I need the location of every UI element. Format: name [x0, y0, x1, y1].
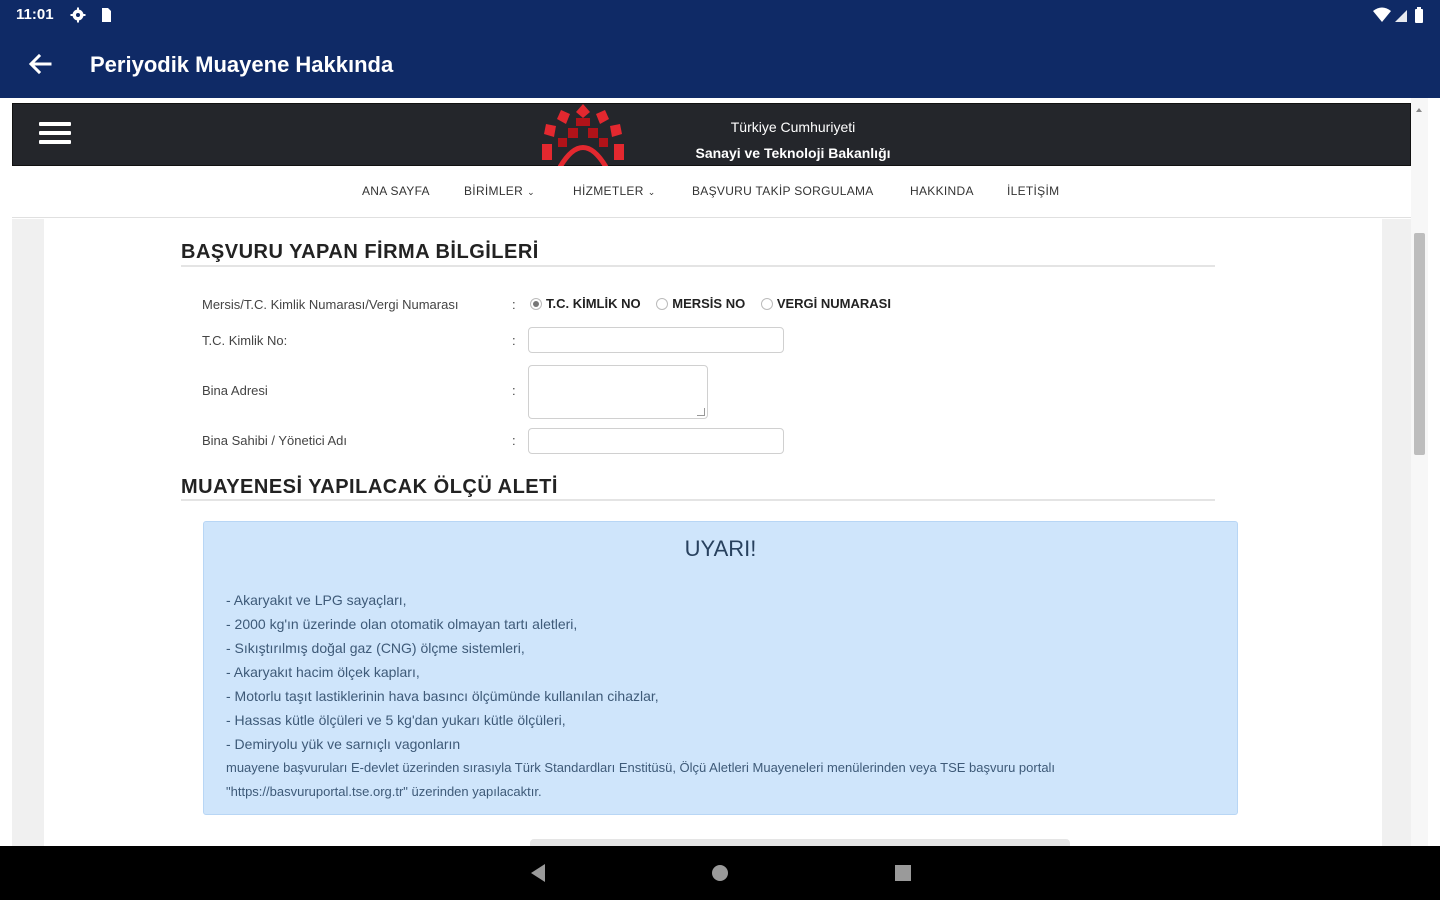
warning-footer: muayene başvuruları E-devlet üzerinden s…: [226, 756, 1216, 804]
nav-label: BİRİMLER: [464, 184, 524, 198]
warning-list: - Akaryakıt ve LPG sayaçları, - 2000 kg'…: [226, 588, 659, 756]
page-scrollbar[interactable]: [1411, 98, 1428, 846]
colon: :: [512, 297, 516, 312]
nav-basvuru-takip[interactable]: BAŞVURU TAKİP SORGULAMA: [692, 184, 874, 198]
nav-hakkinda[interactable]: HAKKINDA: [910, 184, 974, 198]
warning-line: - Akaryakıt hacim ölçek kapları,: [226, 664, 420, 680]
address-label: Bina Adresi: [202, 383, 268, 398]
warning-footer-line: muayene başvuruları E-devlet üzerinden s…: [226, 760, 1056, 775]
wifi-icon: [1373, 7, 1391, 22]
section-divider: [181, 499, 1215, 501]
warning-box: UYARI! - Akaryakıt ve LPG sayaçları, - 2…: [203, 521, 1238, 815]
id-type-radio-group: T.C. KİMLİK NO MERSİS NO VERGİ NUMARASI: [530, 295, 897, 311]
signal-icon: [1395, 10, 1407, 22]
colon: :: [512, 383, 516, 398]
warning-line: - Hassas kütle ölçüleri ve 5 kg'dan yuka…: [226, 712, 566, 728]
warning-line: - Akaryakıt ve LPG sayaçları,: [226, 592, 407, 608]
ministry-line1: Türkiye Cumhuriyeti: [730, 119, 856, 135]
ministry-line2: Sanayi ve Teknoloji Bakanlığı: [695, 145, 891, 161]
chevron-down-icon: ⌄: [527, 187, 535, 197]
chevron-down-icon: ⌄: [647, 187, 656, 197]
warning-line: - Demiryolu yük ve sarnıçlı vagonların: [226, 736, 461, 752]
radio-label: T.C. KİMLİK NO: [546, 296, 641, 312]
scroll-up-arrow-icon[interactable]: [1416, 108, 1422, 112]
sim-card-icon: [102, 8, 111, 22]
ministry-logo: [542, 104, 624, 167]
section-divider: [181, 265, 1215, 267]
arrow-back-icon[interactable]: [26, 50, 54, 78]
nav-label: HİZMETLER: [573, 184, 644, 198]
webview: Türkiye Cumhuriyeti Sanayi ve Teknoloji …: [0, 98, 1440, 846]
scroll-thumb[interactable]: [1414, 233, 1425, 455]
nav-hizmetler[interactable]: HİZMETLER ⌄: [573, 184, 656, 198]
owner-input[interactable]: [528, 428, 784, 454]
warning-line: - 2000 kg'ın üzerinde olan otomatik olma…: [226, 616, 578, 632]
nav-label: BAŞVURU TAKİP SORGULAMA: [692, 184, 874, 198]
app-title: Periyodik Muayene Hakkında: [90, 52, 394, 77]
section-title-firma: BAŞVURU YAPAN FİRMA BİLGİLERİ: [181, 241, 539, 263]
nav-label: HAKKINDA: [910, 184, 974, 198]
resize-handle-icon[interactable]: [697, 408, 705, 416]
home-circle-icon[interactable]: [710, 862, 730, 884]
warning-footer-link[interactable]: "https://basvuruportal.tse.org.tr" üzeri…: [226, 780, 1216, 804]
warning-line: - Motorlu taşıt lastiklerinin hava basın…: [226, 688, 659, 704]
form-panel: BAŞVURU YAPAN FİRMA BİLGİLERİ Mersis/T.C…: [44, 219, 1382, 846]
settings-icon: [70, 7, 86, 23]
radio-vergi[interactable]: [760, 297, 773, 310]
back-triangle-icon[interactable]: [528, 862, 548, 884]
content-area: BAŞVURU YAPAN FİRMA BİLGİLERİ Mersis/T.C…: [12, 219, 1411, 846]
hamburger-menu-icon[interactable]: [39, 122, 71, 148]
owner-label: Bina Sahibi / Yönetici Adı: [202, 433, 348, 448]
next-element-peek: [530, 839, 1070, 846]
nav-label: ANA SAYFA: [362, 184, 430, 198]
nav-ana-sayfa[interactable]: ANA SAYFA: [362, 184, 430, 198]
nav-label: İLETİŞİM: [1007, 184, 1060, 198]
warning-line: - Sıkıştırılmış doğal gaz (CNG) ölçme si…: [226, 640, 525, 656]
site-nav: ANA SAYFA BİRİMLER ⌄ HİZMETLER ⌄ BAŞVURU T…: [12, 166, 1411, 218]
ministry-name: Türkiye Cumhuriyeti Sanayi ve Teknoloji …: [653, 114, 933, 166]
tc-label: T.C. Kimlik No:: [202, 333, 288, 348]
address-textarea[interactable]: [528, 365, 708, 419]
nav-iletisim[interactable]: İLETİŞİM: [1007, 184, 1059, 198]
id-type-label: Mersis/T.C. Kimlik Numarası/Vergi Numara…: [202, 297, 459, 312]
system-navigation-bar: [0, 846, 1440, 900]
radio-tc-kimlik[interactable]: [530, 297, 542, 310]
colon: :: [512, 433, 516, 448]
radio-label: MERSİS NO: [672, 296, 746, 312]
radio-label: VERGİ NUMARASI: [776, 296, 891, 312]
recents-square-icon[interactable]: [893, 862, 913, 884]
nav-birimler[interactable]: BİRİMLER ⌄: [464, 184, 535, 198]
colon: :: [512, 333, 516, 348]
status-time: 11:01: [16, 6, 54, 23]
warning-title: UYARI!: [684, 536, 757, 561]
section-title-olcu-aleti: MUAYENESİ YAPILACAK ÖLÇÜ ALETİ: [181, 476, 558, 498]
app-bar: Periyodik Muayene Hakkında: [0, 30, 1440, 98]
battery-icon: [1415, 7, 1423, 23]
radio-mersis[interactable]: [656, 297, 669, 310]
site-header: Türkiye Cumhuriyeti Sanayi ve Teknoloji …: [12, 103, 1411, 167]
status-bar: 11:01: [0, 0, 1440, 30]
tc-kimlik-input[interactable]: [528, 327, 784, 353]
